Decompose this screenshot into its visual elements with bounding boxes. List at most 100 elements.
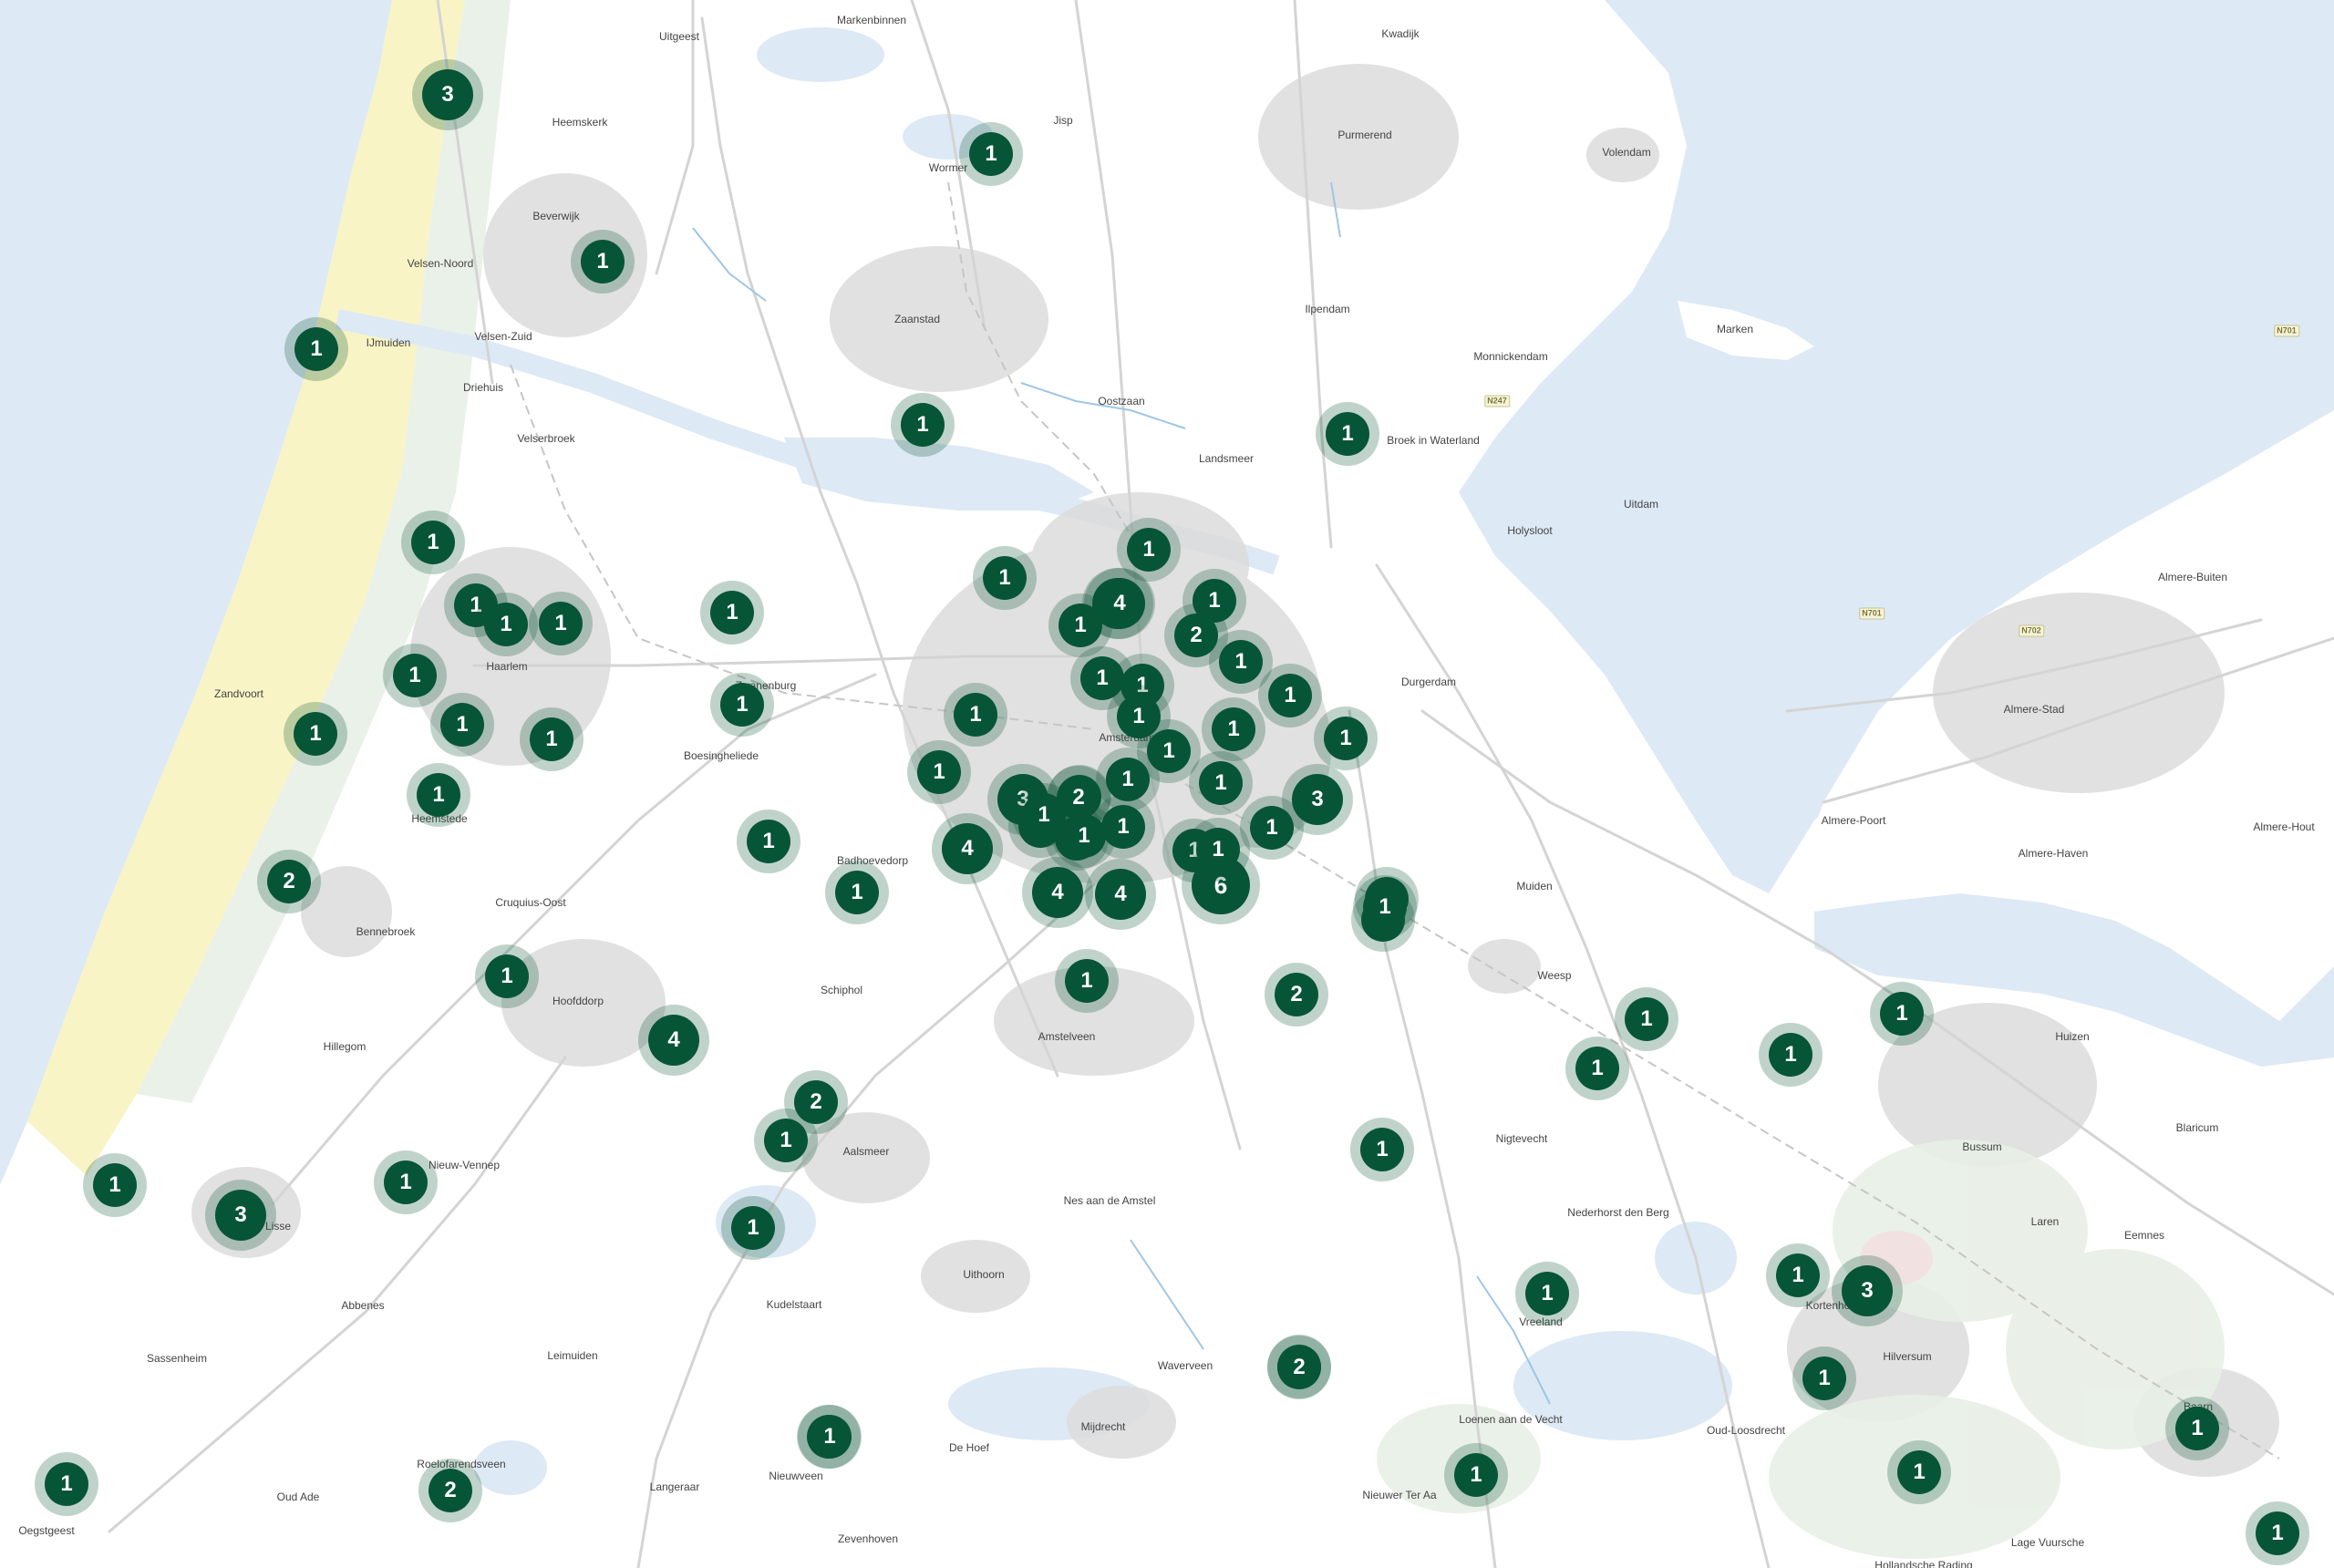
map-base-layer[interactable] [0,0,2334,1568]
cluster-count: 1 [901,403,945,447]
road-shield-n701-a: N701 [2274,325,2299,337]
cluster-marker[interactable]: 1 [1258,664,1322,727]
cluster-marker[interactable]: 1 [1055,949,1119,1013]
cluster-marker[interactable]: 1 [1444,1443,1508,1507]
cluster-count: 1 [539,602,583,645]
cluster-marker[interactable]: 1 [825,861,889,924]
cluster-count: 1 [294,712,337,756]
cluster-count: 1 [1324,717,1368,760]
cluster-count: 1 [417,773,460,817]
cluster-marker[interactable]: 1 [383,644,447,707]
cluster-marker[interactable]: 2 [1265,963,1328,1026]
cluster-count: 1 [2256,1511,2299,1555]
cluster-count: 3 [1842,1265,1893,1316]
cluster-marker[interactable]: 1 [798,1405,862,1469]
cluster-marker[interactable]: 1 [529,592,593,655]
cluster-marker[interactable]: 1 [2246,1501,2309,1565]
map-view[interactable]: Uitgeest Markenbinnen Kwadijk Heemskerk Jisp… [0,0,2334,1568]
cluster-count: 1 [581,240,625,284]
cluster-marker[interactable]: 1 [944,683,1007,747]
cluster-count: 1 [1199,761,1243,805]
cluster-marker[interactable]: 1 [1189,751,1253,815]
cluster-count: 4 [1094,578,1145,629]
cluster-count: 1 [983,556,1027,600]
cluster-marker[interactable]: 1 [700,581,764,645]
cluster-marker[interactable]: 1 [374,1150,438,1214]
cluster-marker[interactable]: 1 [571,230,635,294]
cluster-marker[interactable]: 4 [932,813,1003,884]
cluster-count: 1 [484,603,528,646]
cluster-marker[interactable]: 1 [737,810,800,873]
cluster-marker[interactable]: 1 [1887,1440,1951,1504]
cluster-marker[interactable]: 1 [1314,707,1378,770]
cluster-count: 1 [731,1206,775,1250]
cluster-marker[interactable]: 1 [284,702,347,766]
road-shield-n247: N247 [1484,395,1510,407]
cluster-marker[interactable]: 1 [1766,1243,1830,1307]
cluster-marker[interactable]: 1 [475,944,539,1008]
cluster-count: 1 [1219,640,1263,684]
cluster-marker[interactable]: 1 [1316,402,1379,466]
cluster-marker[interactable]: 1 [430,693,494,757]
cluster-marker[interactable]: 4 [1085,859,1156,930]
cluster-marker[interactable]: 1 [710,673,774,737]
cluster-marker[interactable]: 1 [721,1196,785,1260]
cluster-count: 1 [710,591,754,634]
cluster-marker[interactable]: 4 [1084,568,1155,639]
cluster-marker[interactable]: 1 [891,393,955,457]
cluster-marker[interactable]: 1 [35,1452,98,1516]
cluster-marker[interactable]: 3 [412,59,483,130]
cluster-count: 1 [1196,828,1240,872]
cluster-marker[interactable]: 1 [1350,1118,1414,1181]
cluster-marker[interactable]: 1 [401,511,465,574]
cluster-count: 1 [45,1462,88,1506]
cluster-count: 4 [1095,869,1146,920]
cluster-marker[interactable]: 2 [418,1459,482,1522]
cluster-marker[interactable]: 1 [1515,1262,1579,1326]
cluster-marker[interactable]: 1 [1792,1346,1856,1410]
cluster-count: 4 [1032,867,1083,918]
cluster-count: 1 [1880,992,1924,1036]
cluster-count: 1 [1363,885,1407,929]
cluster-marker[interactable]: 1 [520,707,584,771]
cluster-marker[interactable]: 3 [205,1180,276,1251]
cluster-count: 2 [1275,973,1318,1016]
cluster-count: 2 [794,1080,838,1124]
cluster-marker[interactable]: 1 [959,122,1023,186]
cluster-count: 1 [530,717,573,761]
cluster-marker[interactable]: 1 [907,740,971,804]
cluster-marker[interactable]: 2 [1267,1336,1331,1399]
cluster-marker[interactable]: 1 [1565,1037,1629,1100]
cluster-marker[interactable]: 1 [284,317,348,381]
cluster-count: 4 [942,823,993,874]
cluster-marker[interactable]: 2 [257,850,321,913]
cluster-marker[interactable]: 1 [2165,1397,2229,1460]
cluster-count: 1 [1525,1272,1569,1315]
cluster-count: 1 [393,654,437,697]
cluster-marker[interactable]: 4 [638,1005,709,1076]
cluster-count: 1 [1575,1047,1619,1090]
cluster-marker[interactable]: 1 [1353,875,1417,939]
braassemermeer [474,1440,547,1495]
cluster-count: 1 [1065,959,1109,1003]
cluster-marker[interactable]: 1 [1759,1023,1823,1087]
cluster-count: 1 [1212,707,1255,751]
cluster-marker[interactable]: 1 [407,763,470,827]
cluster-marker[interactable]: 1 [1186,818,1250,882]
cluster-marker[interactable]: 1 [973,546,1037,610]
cluster-count: 1 [1326,412,1369,456]
cluster-count: 1 [808,1415,852,1459]
cluster-count: 1 [2175,1407,2219,1450]
cluster-marker[interactable]: 3 [1282,764,1353,835]
cluster-marker[interactable]: 1 [1615,987,1678,1051]
cluster-count: 2 [1277,1346,1321,1389]
cluster-marker[interactable]: 1 [1870,982,1934,1046]
cluster-marker[interactable]: 1 [1012,783,1076,847]
cluster-count: 1 [1897,1450,1941,1494]
cluster-marker[interactable]: 3 [1832,1255,1903,1326]
cluster-count: 1 [917,750,961,794]
cluster-count: 1 [1769,1033,1812,1077]
cluster-marker[interactable]: 1 [83,1153,147,1217]
cluster-marker[interactable]: 2 [784,1070,848,1134]
cluster-count: 1 [411,521,455,564]
